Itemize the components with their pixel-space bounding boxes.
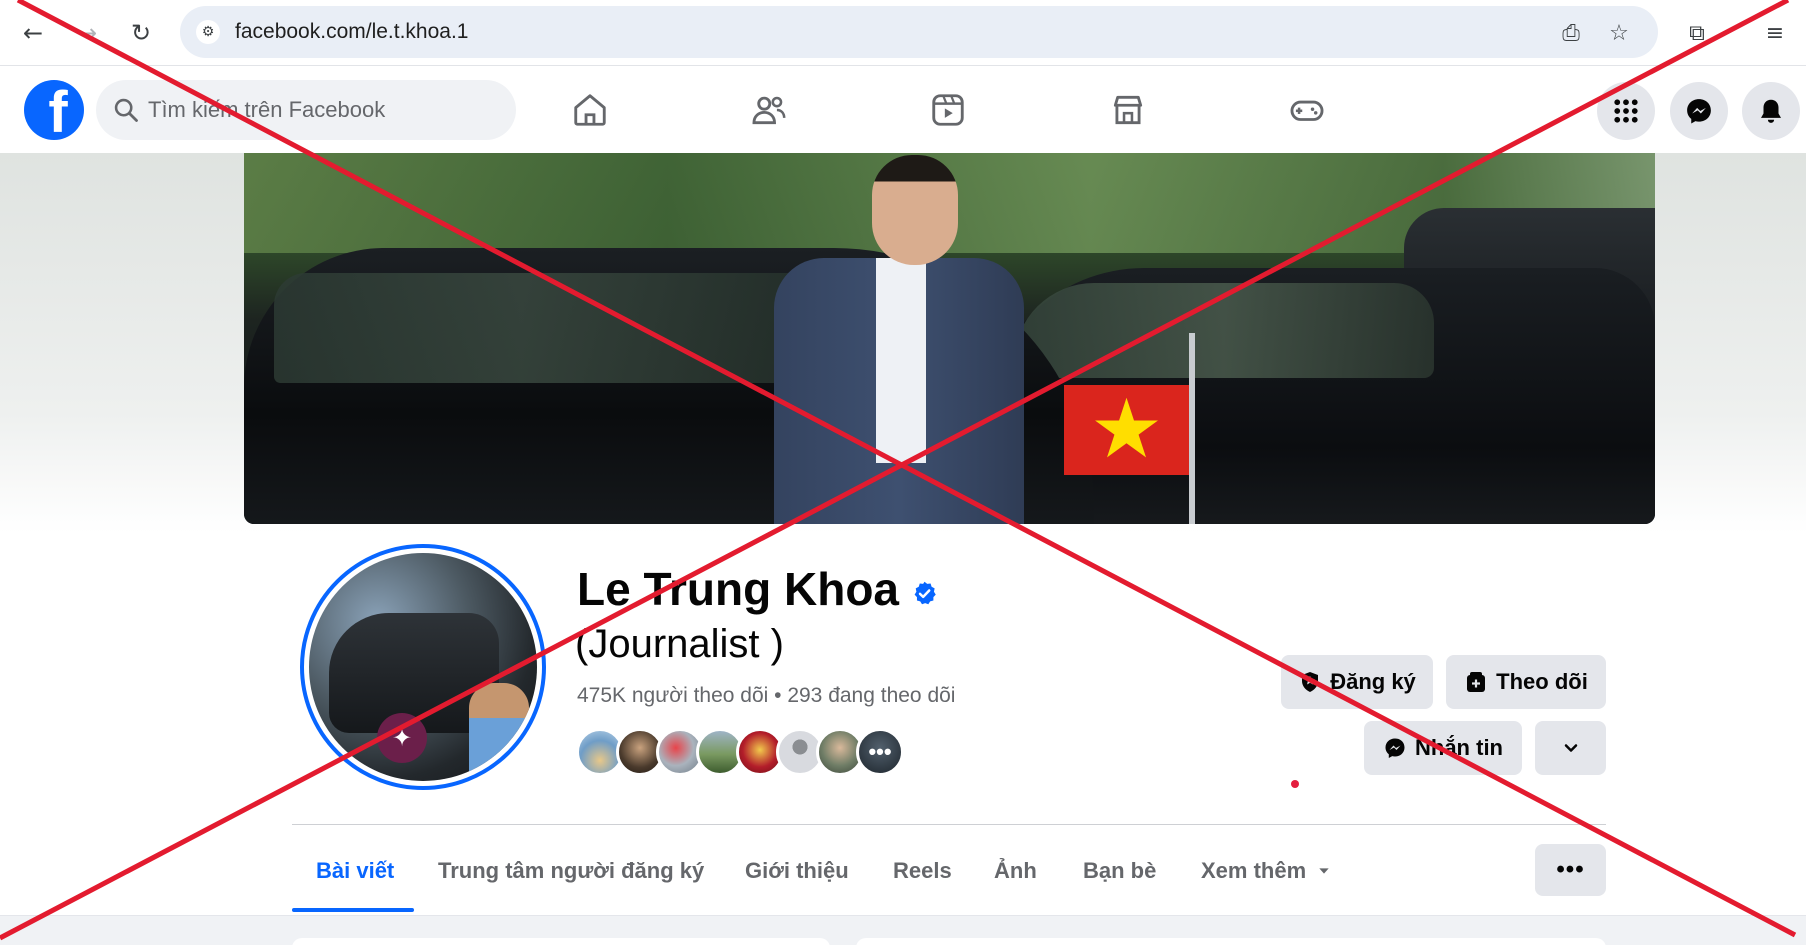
nav-marketplace[interactable] — [1058, 66, 1198, 153]
star-icon[interactable]: ☆ — [1606, 20, 1632, 46]
avatar-badge-icon: ✦ — [377, 713, 427, 763]
follower-stats[interactable]: 475K người theo dõi • 293 đang theo dõi — [577, 684, 955, 708]
reload-icon: ↻ — [130, 19, 152, 47]
facebook-logo[interactable]: f — [24, 80, 84, 140]
tabs-more-button[interactable]: ••• — [1535, 844, 1606, 896]
subscribe-shield-icon — [1302, 672, 1319, 692]
profile-name: Le Trung Khoa — [577, 563, 899, 615]
menu-grid-icon — [1614, 99, 1638, 123]
messenger-icon — [1385, 738, 1405, 758]
address-bar[interactable]: ⚙ facebook.com/le.t.khoa.1 ⎙ ☆ — [180, 6, 1658, 58]
facebook-top-bar: f — [0, 66, 1806, 153]
verified-badge-icon[interactable] — [911, 580, 938, 607]
cover-photo[interactable]: ★ — [244, 153, 1655, 524]
profile-avatar[interactable]: ✦ — [297, 541, 549, 793]
arrow-right-icon: → — [76, 19, 98, 47]
nav-friends[interactable] — [699, 66, 839, 153]
follow-add-icon — [1467, 672, 1486, 692]
avatar-person — [469, 683, 529, 781]
cover-person-head — [872, 155, 958, 265]
nav-gaming[interactable] — [1237, 66, 1377, 153]
cover-flag-pole — [1189, 333, 1195, 524]
nav-home[interactable] — [520, 66, 660, 153]
notifications-button[interactable] — [1742, 82, 1800, 140]
reload-button[interactable]: ↻ — [126, 18, 156, 48]
tab-see-more-label: Xem thêm — [1201, 858, 1307, 883]
forward-button[interactable]: → — [72, 18, 102, 48]
tab-friends[interactable]: Bạn bè — [1083, 838, 1156, 904]
search-icon — [114, 98, 138, 122]
subscribe-label: Đăng ký — [1330, 669, 1416, 694]
tab-posts[interactable]: Bài viết — [316, 838, 394, 904]
browser-toolbar: ← → ↻ ⚙ facebook.com/le.t.khoa.1 ⎙ ☆ ⧉ ≡ — [0, 0, 1806, 66]
url-text[interactable]: facebook.com/le.t.khoa.1 — [235, 20, 468, 44]
red-dot-marker — [1291, 780, 1299, 788]
install-app-icon[interactable]: ⎙ — [1558, 20, 1584, 46]
chevron-down-icon — [1564, 744, 1577, 752]
profile-subtitle: (Journalist ) — [575, 622, 784, 666]
follow-button[interactable]: Theo dõi — [1446, 655, 1606, 709]
more-followers-icon[interactable]: ••• — [856, 728, 904, 776]
friends-icon — [752, 96, 786, 124]
media-controls-icon[interactable]: ≡ — [1760, 18, 1790, 48]
home-icon — [574, 93, 606, 126]
message-button[interactable]: Nhắn tin — [1364, 721, 1522, 775]
vietnam-flag-icon: ★ — [1064, 385, 1189, 475]
tune-icon[interactable]: ⚙ — [196, 20, 220, 44]
posts-card-edge — [856, 938, 1606, 945]
follow-label: Theo dõi — [1496, 669, 1588, 694]
cover-car-right-window — [1014, 283, 1434, 378]
messenger-icon — [1687, 99, 1711, 124]
back-button[interactable]: ← — [18, 18, 48, 48]
menu-button[interactable] — [1597, 82, 1655, 140]
bell-icon — [1761, 99, 1781, 123]
nav-video[interactable] — [878, 66, 1018, 153]
tab-about[interactable]: Giới thiệu — [745, 838, 849, 904]
search-input[interactable] — [148, 94, 488, 126]
message-label: Nhắn tin — [1415, 735, 1503, 760]
subscribe-button[interactable]: Đăng ký — [1281, 655, 1433, 709]
tab-photos[interactable]: Ảnh — [994, 838, 1037, 904]
arrow-left-icon: ← — [22, 19, 44, 47]
tab-see-more[interactable]: Xem thêm — [1201, 838, 1332, 904]
messenger-button[interactable] — [1670, 82, 1728, 140]
tab-reels[interactable]: Reels — [893, 838, 952, 904]
search-box[interactable] — [96, 80, 516, 140]
caret-down-icon — [1319, 868, 1329, 874]
video-icon — [932, 93, 964, 126]
more-options-button[interactable] — [1535, 721, 1606, 775]
active-tab-indicator — [292, 908, 414, 912]
tab-subscriber-hub[interactable]: Trung tâm người đăng ký — [438, 838, 704, 904]
avatar-image: ✦ — [309, 553, 537, 781]
gaming-icon — [1290, 100, 1324, 121]
facebook-logo-letter: f — [48, 80, 68, 141]
story-ring: ✦ — [300, 544, 546, 790]
screenshot-root: ← → ↻ ⚙ facebook.com/le.t.khoa.1 ⎙ ☆ ⧉ ≡… — [0, 0, 1806, 945]
header-divider — [292, 824, 1606, 825]
cover-person-shirt — [876, 258, 926, 463]
puzzle-icon[interactable]: ⧉ — [1682, 18, 1712, 48]
intro-card-edge — [292, 938, 830, 945]
marketplace-icon — [1113, 95, 1143, 124]
